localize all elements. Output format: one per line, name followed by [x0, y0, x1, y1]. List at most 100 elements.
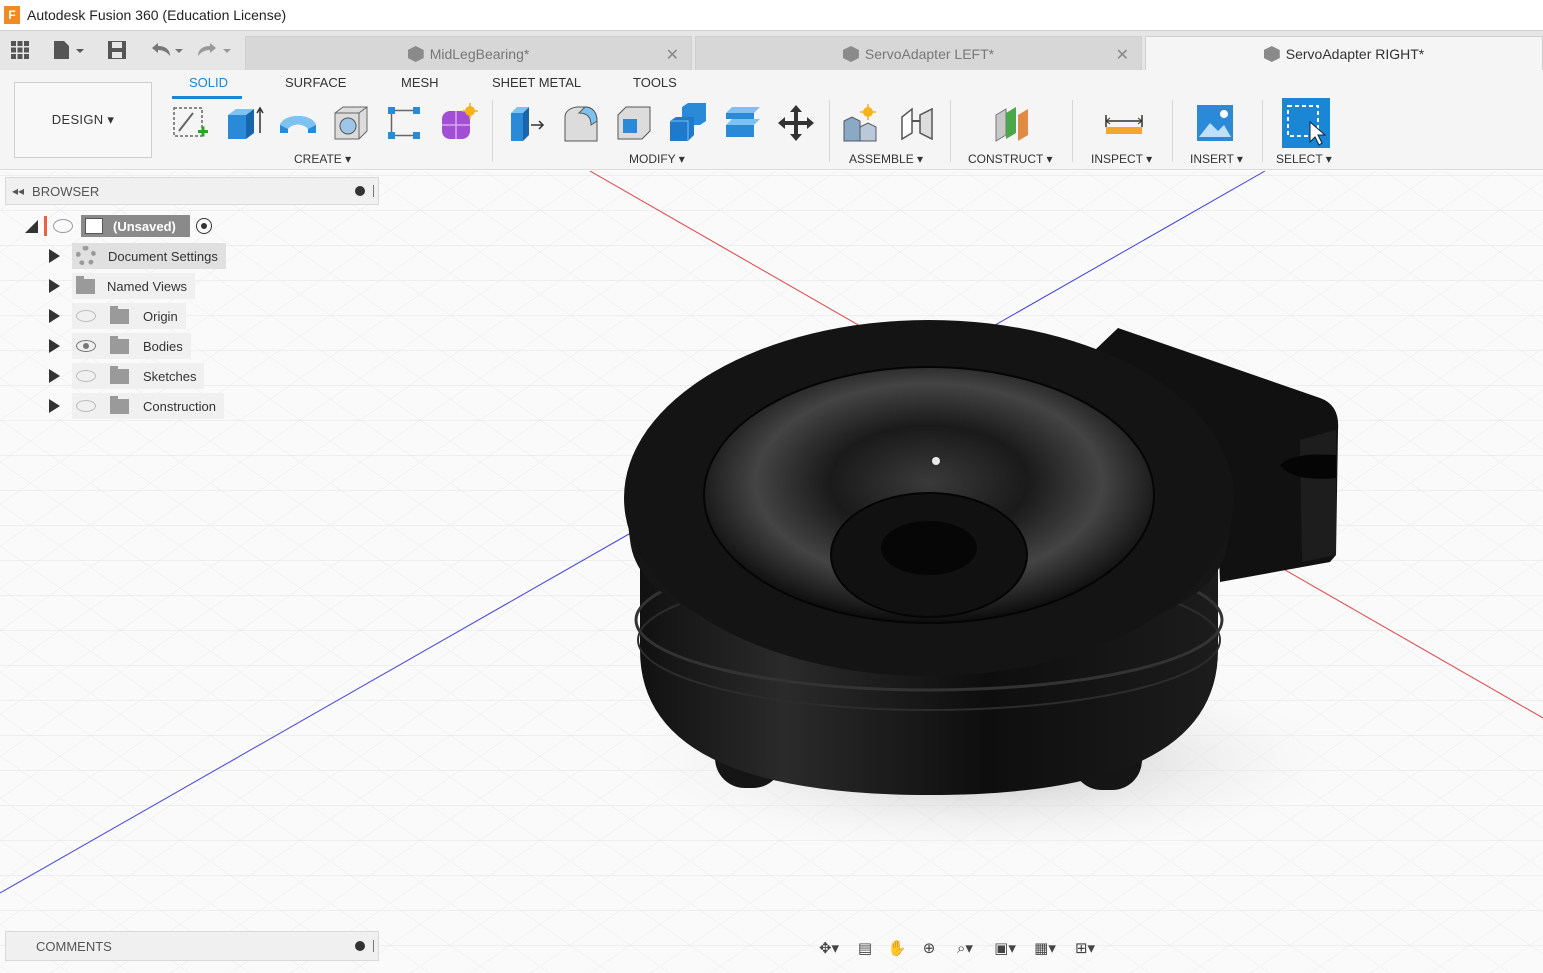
- tab-mesh[interactable]: MESH: [401, 75, 439, 90]
- combine-icon[interactable]: [668, 103, 706, 141]
- tree-item-bodies[interactable]: Bodies: [49, 333, 191, 359]
- select-icon[interactable]: [1282, 98, 1330, 148]
- hole-icon[interactable]: [331, 103, 369, 141]
- file-menu-icon[interactable]: [52, 39, 86, 61]
- collapse-triangle-icon[interactable]: [25, 219, 38, 233]
- tab-sheet-metal[interactable]: SHEET METAL: [492, 75, 581, 90]
- joint-icon[interactable]: [898, 103, 936, 141]
- panel-handle-icon[interactable]: [373, 185, 374, 197]
- browser-header[interactable]: ◂◂ BROWSER: [5, 177, 379, 205]
- tab-servoadapter-left[interactable]: ServoAdapter LEFT* ✕: [695, 36, 1142, 71]
- tree-item-label: Origin: [143, 308, 178, 324]
- fillet-icon[interactable]: [561, 103, 599, 142]
- extrude-icon[interactable]: [224, 103, 264, 141]
- eye-hidden-icon[interactable]: [76, 310, 96, 322]
- zoom-icon[interactable]: ⊕: [916, 936, 942, 960]
- new-component-icon[interactable]: [842, 103, 880, 142]
- tab-solid[interactable]: SOLID: [189, 75, 228, 90]
- model-scene: [0, 171, 1543, 973]
- browser-panel: ◂◂ BROWSER: [5, 177, 379, 205]
- group-separator: [1262, 100, 1263, 162]
- component-icon: [842, 46, 859, 62]
- modify-menu[interactable]: MODIFY ▾: [629, 152, 685, 166]
- tree-item-label: Named Views: [107, 278, 187, 294]
- folder-icon: [110, 305, 129, 324]
- select-menu[interactable]: SELECT ▾: [1276, 152, 1332, 166]
- tree-item-origin[interactable]: Origin: [49, 303, 186, 329]
- tab-label: ServoAdapter RIGHT*: [1285, 46, 1425, 62]
- group-separator: [1072, 100, 1073, 162]
- eye-hidden-icon[interactable]: [76, 370, 96, 382]
- plus-icon[interactable]: [355, 941, 365, 951]
- expand-triangle-icon[interactable]: [49, 369, 60, 383]
- root-component[interactable]: (Unsaved): [81, 215, 190, 237]
- minus-icon[interactable]: [355, 186, 365, 196]
- construct-menu[interactable]: CONSTRUCT ▾: [968, 152, 1052, 166]
- active-marker: [44, 216, 47, 236]
- comments-title: COMMENTS: [36, 938, 112, 954]
- revolve-icon[interactable]: [278, 103, 316, 141]
- group-separator: [950, 100, 951, 162]
- look-at-icon[interactable]: ▤: [852, 936, 878, 960]
- tab-servoadapter-right[interactable]: ServoAdapter RIGHT*: [1145, 36, 1543, 71]
- create-sketch-icon[interactable]: [171, 103, 209, 141]
- tree-item-sketches[interactable]: Sketches: [49, 363, 205, 389]
- tab-label: ServoAdapter LEFT*: [864, 46, 995, 62]
- collapse-panel-icon[interactable]: ◂◂: [12, 184, 24, 198]
- inspect-menu[interactable]: INSPECT ▾: [1091, 152, 1152, 166]
- tab-tools[interactable]: TOOLS: [633, 75, 677, 90]
- press-pull-icon[interactable]: [507, 103, 545, 141]
- zoom-window-icon[interactable]: ⌕▾: [948, 936, 982, 960]
- expand-triangle-icon[interactable]: [49, 339, 60, 353]
- offset-plane-icon[interactable]: [992, 103, 1030, 142]
- move-icon[interactable]: [776, 103, 814, 141]
- orbit-icon[interactable]: ✥▾: [812, 936, 846, 960]
- tab-label: MidLegBearing*: [429, 46, 530, 62]
- folder-icon: [110, 335, 129, 354]
- viewports-icon[interactable]: ⊞▾: [1068, 936, 1102, 960]
- folder-icon: [110, 395, 129, 414]
- gear-icon: [76, 246, 96, 266]
- close-icon[interactable]: ✕: [1116, 45, 1129, 65]
- component-icon: [1263, 46, 1280, 62]
- panel-handle-icon[interactable]: [373, 940, 374, 952]
- tree-item-named-views[interactable]: Named Views: [49, 273, 195, 299]
- expand-triangle-icon[interactable]: [49, 279, 60, 293]
- grid-settings-icon[interactable]: ▦▾: [1028, 936, 1062, 960]
- shell-icon[interactable]: [614, 103, 652, 141]
- workspace-switcher-button[interactable]: DESIGN ▾: [14, 82, 152, 158]
- save-icon[interactable]: [107, 39, 127, 61]
- pan-icon[interactable]: ✋: [884, 936, 910, 960]
- navigation-bar: ✥▾ ▤ ✋ ⊕ ⌕▾ ▣▾ ▦▾ ⊞▾: [812, 933, 1108, 963]
- redo-icon[interactable]: [196, 39, 236, 61]
- insert-menu[interactable]: INSERT ▾: [1190, 152, 1243, 166]
- eye-hidden-icon[interactable]: [76, 400, 96, 412]
- tab-midlegbearing[interactable]: MidLegBearing* ✕: [245, 36, 692, 71]
- toolbar-ribbon: DESIGN ▾ SOLID SURFACE MESH SHEET METAL …: [0, 70, 1543, 170]
- expand-triangle-icon[interactable]: [49, 249, 60, 263]
- comments-panel[interactable]: COMMENTS: [5, 931, 379, 961]
- tree-root[interactable]: (Unsaved): [25, 213, 212, 239]
- offset-face-icon[interactable]: [722, 103, 760, 141]
- activate-radio-icon[interactable]: [195, 218, 212, 234]
- canvas-viewport[interactable]: [0, 171, 1543, 973]
- group-separator: [829, 100, 830, 162]
- assemble-menu[interactable]: ASSEMBLE ▾: [849, 152, 923, 166]
- undo-icon[interactable]: [148, 39, 188, 61]
- tab-surface[interactable]: SURFACE: [285, 75, 346, 90]
- tree-item-label: Construction: [143, 398, 216, 414]
- expand-triangle-icon[interactable]: [49, 309, 60, 323]
- insert-canvas-icon[interactable]: [1196, 103, 1234, 141]
- display-settings-icon[interactable]: ▣▾: [988, 936, 1022, 960]
- rectangular-pattern-icon[interactable]: [384, 103, 422, 141]
- tree-item-construction[interactable]: Construction: [49, 393, 224, 419]
- measure-icon[interactable]: [1104, 103, 1143, 141]
- eye-icon[interactable]: [76, 340, 96, 352]
- data-panel-grid-icon[interactable]: [10, 39, 30, 61]
- eye-icon[interactable]: [53, 219, 73, 233]
- close-icon[interactable]: ✕: [666, 45, 679, 65]
- create-form-icon[interactable]: [438, 103, 478, 141]
- expand-triangle-icon[interactable]: [49, 399, 60, 413]
- tree-item-document-settings[interactable]: Document Settings: [49, 243, 226, 269]
- create-menu[interactable]: CREATE ▾: [294, 152, 351, 166]
